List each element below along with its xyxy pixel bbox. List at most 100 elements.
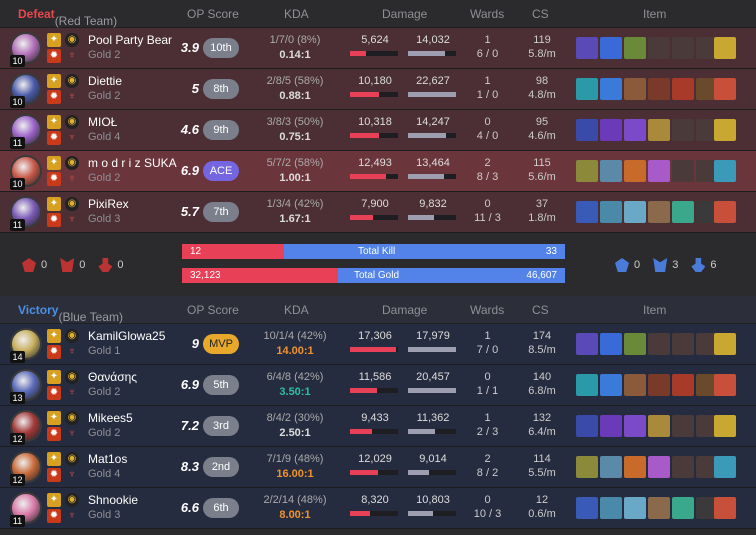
rune-primary[interactable]: ◉ bbox=[65, 370, 79, 384]
item-slot[interactable] bbox=[576, 201, 598, 223]
item-slot[interactable] bbox=[624, 78, 646, 100]
item-slot[interactable] bbox=[672, 201, 694, 223]
summoner-spell-2[interactable]: ✹ bbox=[47, 49, 61, 63]
item-slot[interactable] bbox=[648, 415, 670, 437]
item-slot[interactable] bbox=[600, 119, 622, 141]
item-slot[interactable] bbox=[672, 119, 694, 141]
item-slot[interactable] bbox=[576, 78, 598, 100]
item-slot[interactable] bbox=[624, 415, 646, 437]
summoner-spell-1[interactable]: ✦ bbox=[47, 115, 61, 129]
summoner-spell-2[interactable]: ✹ bbox=[47, 427, 61, 441]
item-slot[interactable] bbox=[672, 37, 694, 59]
summoner-spell-1[interactable]: ✦ bbox=[47, 411, 61, 425]
item-slot[interactable] bbox=[624, 160, 646, 182]
rune-primary[interactable]: ◉ bbox=[65, 493, 79, 507]
trinket-slot[interactable] bbox=[714, 201, 736, 223]
trinket-slot[interactable] bbox=[714, 456, 736, 478]
rune-secondary[interactable]: ♆ bbox=[65, 427, 79, 441]
item-slot[interactable] bbox=[624, 201, 646, 223]
rune-secondary[interactable]: ♆ bbox=[65, 468, 79, 482]
item-slot[interactable] bbox=[600, 37, 622, 59]
item-slot[interactable] bbox=[576, 119, 598, 141]
item-slot[interactable] bbox=[672, 160, 694, 182]
item-slot[interactable] bbox=[648, 119, 670, 141]
item-slot[interactable] bbox=[624, 119, 646, 141]
item-slot[interactable] bbox=[576, 497, 598, 519]
item-slot[interactable] bbox=[672, 78, 694, 100]
summoner-spell-2[interactable]: ✹ bbox=[47, 131, 61, 145]
trinket-slot[interactable] bbox=[714, 497, 736, 519]
item-slot[interactable] bbox=[576, 160, 598, 182]
item-slot[interactable] bbox=[648, 456, 670, 478]
summoner-spell-2[interactable]: ✹ bbox=[47, 90, 61, 104]
player-row[interactable]: 13 ✦ ✹ ◉ ♆ Θανάσης Gold 2 6.9 5th 6/4/8 … bbox=[0, 365, 756, 406]
item-slot[interactable] bbox=[624, 37, 646, 59]
player-row[interactable]: 12 ✦ ✹ ◉ ♆ Mikees5 Gold 2 7.2 3rd 8/4/2 … bbox=[0, 406, 756, 447]
rune-secondary[interactable]: ♆ bbox=[65, 213, 79, 227]
rune-primary[interactable]: ◉ bbox=[65, 329, 79, 343]
item-slot[interactable] bbox=[672, 333, 694, 355]
rune-secondary[interactable]: ♆ bbox=[65, 172, 79, 186]
item-slot[interactable] bbox=[648, 201, 670, 223]
summoner-spell-2[interactable]: ✹ bbox=[47, 468, 61, 482]
summoner-spell-1[interactable]: ✦ bbox=[47, 493, 61, 507]
summoner-spell-1[interactable]: ✦ bbox=[47, 329, 61, 343]
trinket-slot[interactable] bbox=[714, 119, 736, 141]
summoner-name[interactable]: m o d r i z SUKA bbox=[88, 156, 177, 170]
summoner-spell-2[interactable]: ✹ bbox=[47, 386, 61, 400]
rune-primary[interactable]: ◉ bbox=[65, 197, 79, 211]
player-row[interactable]: 10 ✦ ✹ ◉ ♆ m o d r i z SUKA Gold 2 6.9 A… bbox=[0, 151, 756, 192]
player-row[interactable]: 10 ✦ ✹ ◉ ♆ Diettie Gold 2 5 8th 2/8/5 (5… bbox=[0, 69, 756, 110]
trinket-slot[interactable] bbox=[714, 333, 736, 355]
rune-secondary[interactable]: ♆ bbox=[65, 49, 79, 63]
item-slot[interactable] bbox=[672, 374, 694, 396]
item-slot[interactable] bbox=[576, 333, 598, 355]
summoner-name[interactable]: Shnookie bbox=[88, 493, 138, 507]
summoner-name[interactable]: Pool Party Bear bbox=[88, 33, 172, 47]
summoner-spell-2[interactable]: ✹ bbox=[47, 509, 61, 523]
item-slot[interactable] bbox=[600, 78, 622, 100]
rune-primary[interactable]: ◉ bbox=[65, 74, 79, 88]
item-slot[interactable] bbox=[600, 160, 622, 182]
item-slot[interactable] bbox=[600, 333, 622, 355]
summoner-spell-2[interactable]: ✹ bbox=[47, 213, 61, 227]
item-slot[interactable] bbox=[672, 415, 694, 437]
summoner-name[interactable]: Diettie bbox=[88, 74, 122, 88]
player-row[interactable]: 12 ✦ ✹ ◉ ♆ Mat1os Gold 4 8.3 2nd 7/1/9 (… bbox=[0, 447, 756, 488]
summoner-name[interactable]: MIOŁ bbox=[88, 115, 117, 129]
item-slot[interactable] bbox=[624, 333, 646, 355]
item-slot[interactable] bbox=[648, 160, 670, 182]
player-row[interactable]: 14 ✦ ✹ ◉ ♆ KamilGlowa25 Gold 1 9 MVP 10/… bbox=[0, 324, 756, 365]
trinket-slot[interactable] bbox=[714, 37, 736, 59]
summoner-name[interactable]: Mikees5 bbox=[88, 411, 133, 425]
item-slot[interactable] bbox=[624, 497, 646, 519]
rune-primary[interactable]: ◉ bbox=[65, 452, 79, 466]
summoner-name[interactable]: KamilGlowa25 bbox=[88, 329, 165, 343]
item-slot[interactable] bbox=[576, 37, 598, 59]
summoner-name[interactable]: Θανάσης bbox=[88, 370, 137, 384]
item-slot[interactable] bbox=[600, 415, 622, 437]
rune-secondary[interactable]: ♆ bbox=[65, 131, 79, 145]
trinket-slot[interactable] bbox=[714, 160, 736, 182]
item-slot[interactable] bbox=[648, 37, 670, 59]
player-row[interactable]: 11 ✦ ✹ ◉ ♆ Shnookie Gold 3 6.6 6th 2/2/1… bbox=[0, 488, 756, 529]
item-slot[interactable] bbox=[648, 78, 670, 100]
item-slot[interactable] bbox=[648, 333, 670, 355]
summoner-spell-1[interactable]: ✦ bbox=[47, 74, 61, 88]
rune-secondary[interactable]: ♆ bbox=[65, 90, 79, 104]
item-slot[interactable] bbox=[600, 456, 622, 478]
rune-primary[interactable]: ◉ bbox=[65, 33, 79, 47]
summoner-name[interactable]: Mat1os bbox=[88, 452, 127, 466]
summoner-name[interactable]: PixiRex bbox=[88, 197, 129, 211]
item-slot[interactable] bbox=[576, 415, 598, 437]
rune-secondary[interactable]: ♆ bbox=[65, 386, 79, 400]
item-slot[interactable] bbox=[648, 374, 670, 396]
rune-primary[interactable]: ◉ bbox=[65, 115, 79, 129]
player-row[interactable]: 11 ✦ ✹ ◉ ♆ MIOŁ Gold 4 4.6 9th 3/8/3 (50… bbox=[0, 110, 756, 151]
summoner-spell-2[interactable]: ✹ bbox=[47, 345, 61, 359]
rune-primary[interactable]: ◉ bbox=[65, 156, 79, 170]
summoner-spell-1[interactable]: ✦ bbox=[47, 452, 61, 466]
item-slot[interactable] bbox=[576, 456, 598, 478]
rune-primary[interactable]: ◉ bbox=[65, 411, 79, 425]
summoner-spell-2[interactable]: ✹ bbox=[47, 172, 61, 186]
